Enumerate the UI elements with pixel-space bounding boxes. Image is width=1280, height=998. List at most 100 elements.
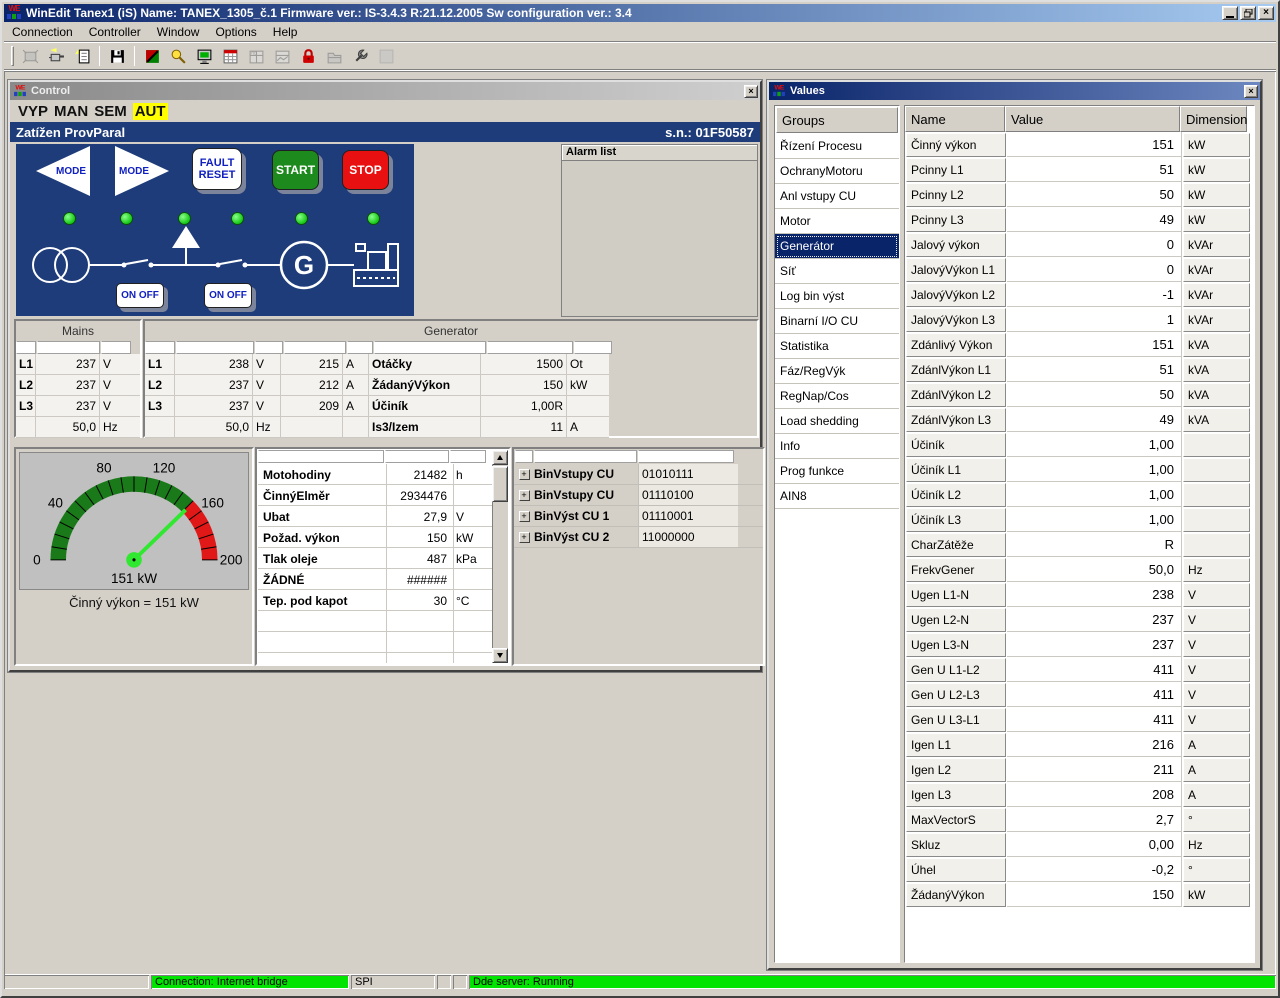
regs-table-icon[interactable]: RB [244,45,268,67]
value-cell: -0,2 [1007,857,1182,882]
save-icon[interactable] [105,45,129,67]
value-name-cell[interactable]: Igen L1 [906,733,1006,757]
fault-reset-button[interactable]: FAULT RESET [192,148,242,190]
value-name-cell[interactable]: Účiník L2 [906,483,1006,507]
value-name-cell[interactable]: JalovýVýkon L3 [906,308,1006,332]
group-item[interactable]: Log bin výst [775,284,899,309]
value-name-cell[interactable]: Gen U L2-L3 [906,683,1006,707]
value-name-cell[interactable]: Ugen L3-N [906,633,1006,657]
values-row: Skluz 0,00 Hz [905,832,1254,857]
value-name-cell[interactable]: Gen U L1-L2 [906,658,1006,682]
engine-scrollbar[interactable] [492,450,508,663]
values-titlebar[interactable]: WE Values × [769,82,1260,100]
value-name-cell[interactable]: ŽádanýVýkon [906,883,1006,907]
edit-connection-icon[interactable] [70,45,94,67]
controller-info-icon[interactable] [18,45,42,67]
value-name-cell[interactable]: Igen L2 [906,758,1006,782]
value-name-cell[interactable]: Účiník L3 [906,508,1006,532]
mains-breaker-button[interactable]: ON OFF [116,283,164,308]
svg-text:RB: RB [251,50,257,55]
gen-breaker-button[interactable]: ON OFF [204,283,252,308]
dimension-cell: V [1183,583,1250,607]
value-name-cell[interactable]: Pcinny L1 [906,158,1006,182]
value-name-cell[interactable]: Gen U L3-L1 [906,708,1006,732]
blank-icon[interactable] [374,45,398,67]
scroll-thumb[interactable] [492,466,508,502]
scroll-up-button[interactable] [492,450,508,465]
menu-item[interactable]: Controller [81,23,149,41]
group-item[interactable]: OchranyMotoru [775,159,899,184]
values-grid-icon[interactable] [218,45,242,67]
value-name-cell[interactable]: Skluz [906,833,1006,857]
group-item[interactable]: Generátor [775,234,899,259]
value-name-cell[interactable]: Ugen L2-N [906,608,1006,632]
lock-icon[interactable] [296,45,320,67]
col-header-dimension[interactable]: Dimension [1180,106,1247,132]
col-header-value[interactable]: Value [1005,106,1180,132]
dimension-cell [1183,508,1250,532]
group-item[interactable]: Motor [775,209,899,234]
value-name-cell[interactable]: Zdánlivý Výkon [906,333,1006,357]
value-name-cell[interactable]: JalovýVýkon L2 [906,283,1006,307]
scroll-down-button[interactable] [492,648,508,663]
setpoints-icon[interactable] [348,45,372,67]
files-icon[interactable] [322,45,346,67]
values-close-button[interactable]: × [1244,85,1258,98]
menu-item[interactable]: Options [207,23,264,41]
start-button[interactable]: START [272,150,319,190]
app-titlebar[interactable]: WE WinEdit Tanex1 (iS) Name: TANEX_1305_… [4,4,1276,22]
value-cell: 151 [1007,132,1182,157]
value-name-cell[interactable]: ZdánlVýkon L1 [906,358,1006,382]
value-name-cell[interactable]: FrekvGener [906,558,1006,582]
group-item[interactable]: Fáz/RegVýk [775,359,899,384]
value-name-cell[interactable]: Účiník [906,433,1006,457]
group-item[interactable]: Síť [775,259,899,284]
toolbar-grip[interactable] [11,46,14,66]
value-name-cell[interactable]: Pcinny L3 [906,208,1006,232]
stop-button[interactable]: STOP [342,150,389,190]
group-item[interactable]: Prog funkce [775,459,899,484]
edit-screen-icon[interactable] [166,45,190,67]
value-name-cell[interactable]: Jalový výkon [906,233,1006,257]
menu-item[interactable]: Connection [4,23,81,41]
mains-row: 50,0 Hz [16,417,140,438]
value-name-cell[interactable]: Účiník L1 [906,458,1006,482]
value-name-cell[interactable]: Činný výkon [906,133,1006,157]
screen-colors-icon[interactable] [140,45,164,67]
value-name-cell[interactable]: ZdánlVýkon L3 [906,408,1006,432]
expand-plus-button[interactable]: + [519,469,530,480]
value-name-cell[interactable]: JalovýVýkon L1 [906,258,1006,282]
group-item[interactable]: Binarní I/O CU [775,309,899,334]
monitor-icon[interactable] [192,45,216,67]
history-table-icon[interactable] [270,45,294,67]
value-name-cell[interactable]: CharZátěže [906,533,1006,557]
gauge-caption: Činný výkon = 151 kW [16,595,252,610]
control-close-button[interactable]: × [744,85,758,98]
alarm-list-body[interactable] [562,161,757,315]
expand-plus-button[interactable]: + [519,532,530,543]
connect-icon[interactable] [44,45,68,67]
value-name-cell[interactable]: Igen L3 [906,783,1006,807]
control-titlebar[interactable]: WE Control × [10,82,760,100]
group-item[interactable]: Statistika [775,334,899,359]
group-item[interactable]: RegNap/Cos [775,384,899,409]
value-name-cell[interactable]: MaxVectorS [906,808,1006,832]
expand-plus-button[interactable]: + [519,490,530,501]
restore-button[interactable] [1240,6,1256,20]
value-name-cell[interactable]: ZdánlVýkon L2 [906,383,1006,407]
value-name-cell[interactable]: Pcinny L2 [906,183,1006,207]
expand-plus-button[interactable]: + [519,511,530,522]
value-name-cell[interactable]: Ugen L1-N [906,583,1006,607]
value-cell: 411 [1007,682,1182,707]
group-item[interactable]: Info [775,434,899,459]
col-header-name[interactable]: Name [905,106,1005,132]
minimize-button[interactable] [1222,6,1238,20]
close-button[interactable]: × [1258,6,1274,20]
group-item[interactable]: Řízení Procesu [775,134,899,159]
menu-item[interactable]: Help [265,23,306,41]
group-item[interactable]: Anl vstupy CU [775,184,899,209]
group-item[interactable]: Load shedding [775,409,899,434]
group-item[interactable]: AIN8 [775,484,899,509]
value-name-cell[interactable]: Úhel [906,858,1006,882]
menu-item[interactable]: Window [149,23,208,41]
